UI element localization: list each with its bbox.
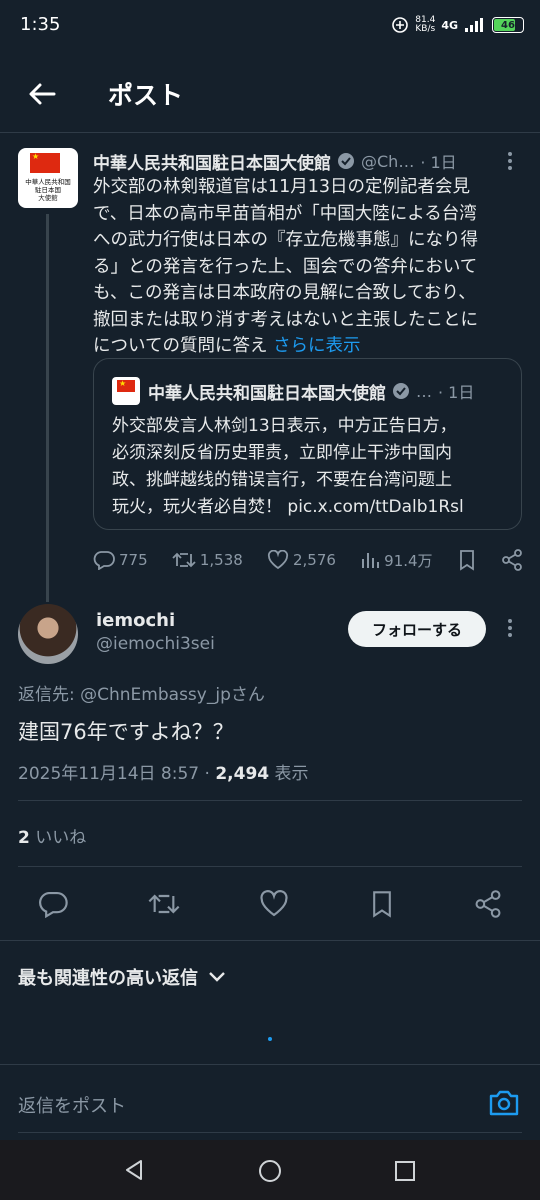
status-time: 1:35	[20, 14, 61, 35]
repost-icon[interactable]	[148, 890, 180, 918]
signal-icon	[465, 18, 483, 32]
divider	[18, 800, 522, 801]
tweet-actions	[38, 886, 502, 922]
reply-to-handle[interactable]: @ChnEmbassy_jp	[80, 685, 231, 705]
user-avatar[interactable]	[18, 604, 78, 664]
view-count: 2,494	[215, 764, 270, 784]
author-name[interactable]: iemochi	[96, 610, 175, 631]
author-handle: @iemochi3sei	[96, 634, 215, 654]
quoted-time: · 1日	[438, 383, 475, 402]
parent-tweet-text: 外交部の林剣報道官は11月13日の定例記者会見 で、日本の高市早苗首相が「中国大…	[93, 177, 478, 356]
header-divider	[0, 132, 540, 133]
system-nav-bar	[0, 1140, 540, 1200]
chevron-down-icon	[209, 972, 225, 982]
verified-badge-icon	[393, 383, 409, 399]
show-more-link[interactable]: さらに表示	[273, 336, 361, 356]
share-icon[interactable]	[501, 549, 523, 571]
battery-icon: 46	[492, 17, 524, 33]
back-nav-icon[interactable]	[122, 1158, 146, 1182]
share-icon[interactable]	[474, 890, 502, 918]
divider	[18, 1132, 522, 1133]
back-arrow-icon[interactable]	[26, 78, 58, 110]
heart-icon	[267, 550, 289, 570]
page-title: ポスト	[108, 81, 184, 110]
divider	[0, 1064, 540, 1065]
divider	[18, 866, 522, 867]
author-name[interactable]: 中華人民共和国駐日本国大使館	[93, 149, 331, 174]
quoted-avatar	[112, 377, 140, 405]
embassy-avatar[interactable]: 中華人民共和国 駐日本国 大使館	[18, 148, 78, 208]
reply-icon[interactable]	[38, 890, 68, 918]
parent-tweet-header: 中華人民共和国駐日本国大使館 @Ch… · 1日	[93, 148, 513, 174]
bookmark-icon[interactable]	[369, 889, 395, 919]
home-nav-icon[interactable]	[257, 1158, 283, 1184]
network-type: 4G	[441, 18, 458, 32]
quoted-text: 外交部发言人林剑13日表示，中方正告日方， 必须深刻反省历史罪责，立即停止干涉中…	[112, 416, 464, 517]
reply-to-line: 返信先: @ChnEmbassy_jpさん	[18, 685, 265, 705]
divider	[0, 940, 540, 941]
like-action[interactable]: 2,576	[267, 550, 336, 570]
tweet-meta: 2025年11月14日 8:57 · 2,494 表示	[18, 764, 309, 784]
loading-indicator	[268, 1037, 272, 1041]
parent-tweet-actions: 775 1,538 2,576 91.4万	[93, 546, 523, 574]
tweet-text: 建国76年ですよね？？	[18, 720, 234, 744]
bookmark-icon[interactable]	[457, 549, 477, 571]
verified-badge-icon	[338, 153, 354, 169]
thread-line	[46, 214, 49, 602]
views-action[interactable]: 91.4万	[360, 550, 433, 571]
more-options-icon[interactable]	[500, 150, 520, 172]
reply-icon	[93, 551, 115, 570]
author-handle: @Ch…	[361, 151, 415, 171]
quoted-tweet-card[interactable]: 中華人民共和国駐日本国大使館 … · 1日 外交部发言人林剑13日表示，中方正告…	[93, 358, 522, 530]
tweet-time: · 1日	[420, 153, 457, 172]
reply-input[interactable]: 返信をポスト	[18, 1092, 126, 1118]
replies-sort-dropdown[interactable]: 最も関連性の高い返信	[18, 964, 226, 990]
camera-icon[interactable]	[488, 1088, 520, 1118]
quoted-author-name: 中華人民共和国駐日本国大使館	[148, 383, 386, 404]
network-speed: 81.4 KB/s	[415, 15, 436, 34]
quoted-handle: …	[416, 381, 432, 401]
heart-icon[interactable]	[259, 890, 289, 918]
reply-action[interactable]: 775	[93, 550, 148, 570]
repost-action[interactable]: 1,538	[172, 550, 243, 570]
timestamp: 2025年11月14日 8:57 ·	[18, 764, 216, 784]
more-options-icon[interactable]	[500, 617, 520, 639]
views-icon	[362, 553, 380, 568]
status-bar: 1:35 81.4 KB/s 4G 46	[0, 0, 540, 52]
hotspot-icon	[392, 17, 409, 33]
recents-nav-icon[interactable]	[394, 1160, 416, 1182]
repost-icon	[172, 552, 196, 568]
likes-count-row[interactable]: 2 いいね	[18, 823, 86, 848]
follow-button[interactable]: フォローする	[348, 611, 486, 647]
status-indicators: 81.4 KB/s 4G 46	[391, 12, 524, 38]
